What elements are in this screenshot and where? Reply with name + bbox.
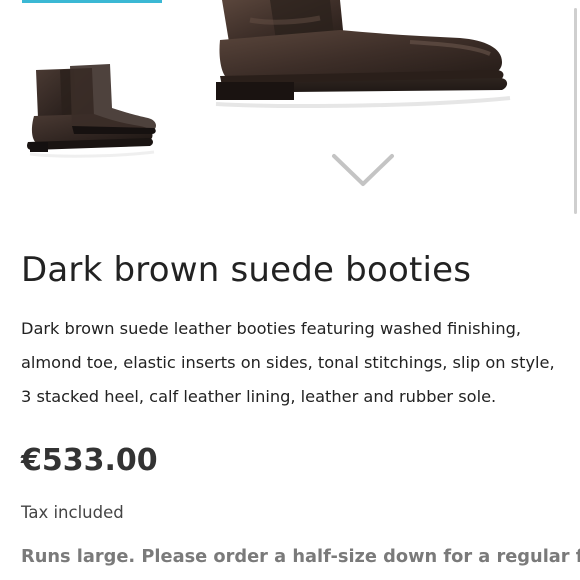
product-page: Dark brown suede booties Dark brown sued… bbox=[0, 0, 580, 580]
page-scrollbar[interactable] bbox=[574, 8, 577, 214]
product-main-image[interactable] bbox=[210, 0, 520, 110]
product-title: Dark brown suede booties bbox=[21, 250, 472, 290]
fit-note: Runs large. Please order a half-size dow… bbox=[21, 546, 580, 567]
boot-thumbnail-image bbox=[27, 64, 156, 158]
chevron-down-icon bbox=[332, 154, 394, 186]
next-image-button[interactable] bbox=[330, 150, 396, 190]
product-description: Dark brown suede leather booties featuri… bbox=[21, 319, 555, 406]
product-price: €533.00 bbox=[21, 443, 158, 478]
product-thumbnail[interactable] bbox=[22, 58, 162, 162]
boot-main-image bbox=[215, 0, 511, 108]
tax-note: Tax included bbox=[21, 503, 124, 522]
active-thumbnail-indicator bbox=[22, 0, 162, 3]
